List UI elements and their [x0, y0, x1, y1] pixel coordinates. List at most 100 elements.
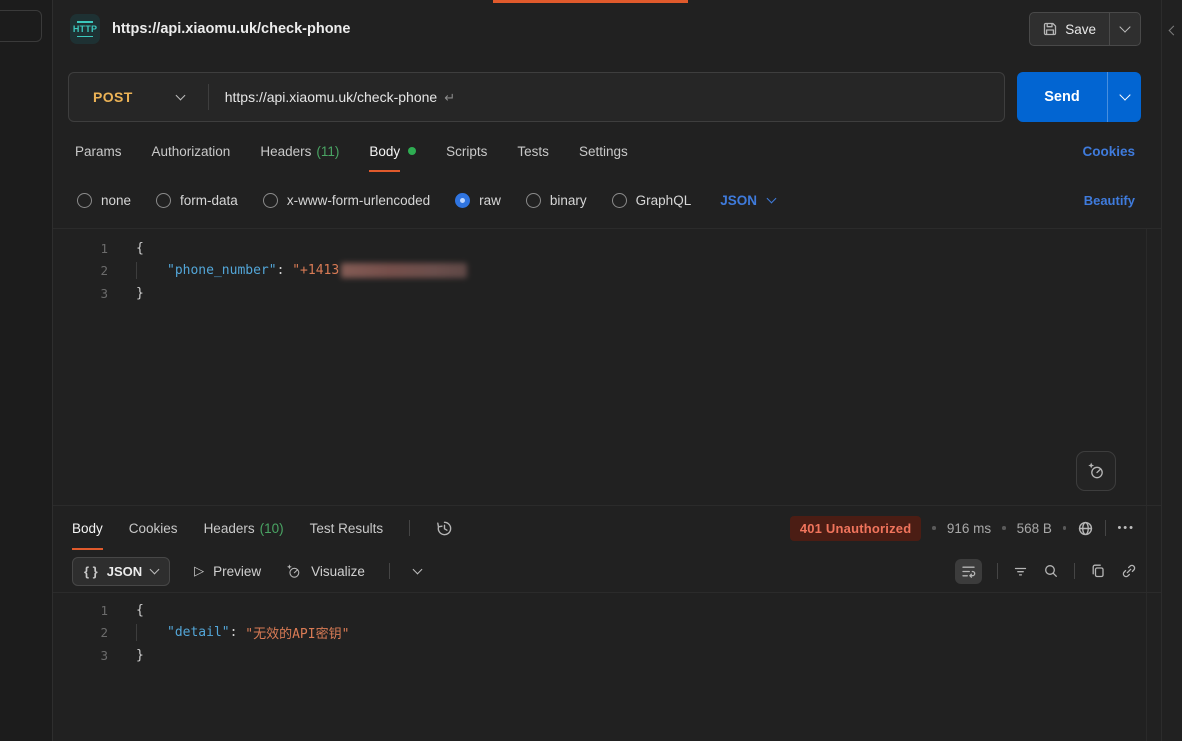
chevron-down-icon [1119, 89, 1130, 100]
code-line: 1 { [53, 599, 1161, 622]
line-number: 1 [53, 241, 108, 256]
url-box: POST https://api.xiaomu.uk/check-phone↵ [68, 72, 1005, 122]
divider [1105, 520, 1106, 536]
divider [1074, 563, 1075, 579]
line-number: 3 [53, 286, 108, 301]
radio-raw[interactable]: raw [455, 193, 501, 208]
request-tabs: Params Authorization Headers(11) Body Sc… [53, 130, 1161, 172]
sidebar-collapsed-item[interactable] [0, 10, 42, 42]
radio-form-data[interactable]: form-data [156, 193, 238, 208]
separator-dot [932, 526, 936, 530]
filter-button[interactable] [1013, 564, 1028, 579]
radio-binary[interactable]: binary [526, 193, 587, 208]
more-views-chevron[interactable] [413, 564, 423, 574]
tab-params[interactable]: Params [75, 130, 122, 172]
response-toolbar: { } JSON ▷ Preview Visualize [53, 550, 1161, 592]
request-title: https://api.xiaomu.uk/check-phone [112, 21, 350, 37]
indent-guide [136, 262, 167, 279]
radio-icon [263, 193, 278, 208]
line-number: 3 [53, 648, 108, 663]
response-tabs: Body Cookies Headers(10) Test Results 40 [53, 505, 1161, 550]
search-icon [1043, 563, 1059, 579]
language-dropdown[interactable]: JSON [720, 193, 775, 208]
redacted-phone-blur [341, 263, 467, 278]
send-split-button: Send [1017, 72, 1141, 122]
line-number: 2 [53, 625, 108, 640]
divider [409, 520, 410, 536]
tab-tests[interactable]: Tests [517, 130, 549, 172]
beautify-link[interactable]: Beautify [1084, 193, 1135, 208]
copy-button[interactable] [1090, 563, 1106, 579]
visualize-button[interactable]: Visualize [285, 563, 365, 580]
response-tab-body[interactable]: Body [72, 506, 103, 550]
link-icon [1121, 563, 1137, 579]
url-input[interactable]: https://api.xiaomu.uk/check-phone↵ [209, 89, 455, 106]
divider [997, 563, 998, 579]
radio-icon [77, 193, 92, 208]
radio-graphql[interactable]: GraphQL [612, 193, 692, 208]
response-body-editor[interactable]: 1 { 2 "detail": "无效的API密钥" 3 } [53, 592, 1161, 741]
tab-authorization[interactable]: Authorization [152, 130, 231, 172]
http-method-icon: HTTP [70, 14, 100, 44]
tab-body[interactable]: Body [369, 130, 416, 172]
headers-count-badge: (11) [316, 144, 339, 159]
radio-icon [526, 193, 541, 208]
globe-icon [1077, 520, 1094, 537]
visualize-sparkle-icon [285, 563, 302, 580]
api-client-window: HTTP https://api.xiaomu.uk/check-phone S… [0, 0, 1182, 741]
send-button[interactable]: Send [1017, 72, 1107, 122]
save-button[interactable]: Save [1030, 13, 1110, 45]
code-line: 3 } [53, 282, 1161, 305]
chevron-down-icon [175, 90, 185, 100]
response-tab-cookies[interactable]: Cookies [129, 506, 178, 550]
divider [389, 563, 390, 579]
response-format-dropdown[interactable]: { } JSON [72, 557, 170, 586]
save-icon [1043, 22, 1057, 36]
tab-scripts[interactable]: Scripts [446, 130, 487, 172]
response-history-button[interactable] [436, 520, 453, 537]
radio-x-www-form-urlencoded[interactable]: x-www-form-urlencoded [263, 193, 430, 208]
code-line: 1 { [53, 237, 1161, 260]
line-number: 2 [53, 263, 108, 278]
code-line: 3 } [53, 644, 1161, 667]
response-toolbar-right [955, 559, 1137, 584]
radio-selected-icon [455, 193, 470, 208]
link-button[interactable] [1121, 563, 1137, 579]
response-tab-headers[interactable]: Headers(10) [204, 506, 284, 550]
save-options-button[interactable] [1110, 13, 1140, 45]
wrap-text-icon [961, 564, 976, 579]
postbot-ai-button[interactable] [1076, 451, 1116, 491]
search-button[interactable] [1043, 563, 1059, 579]
save-button-label: Save [1065, 22, 1096, 37]
return-key-icon: ↵ [444, 90, 455, 105]
filter-icon [1013, 564, 1028, 579]
request-body-editor[interactable]: 1 { 2 "phone_number": "+1413 3 } [53, 228, 1161, 505]
more-options-button[interactable]: ••• [1117, 522, 1135, 534]
send-options-button[interactable] [1107, 72, 1141, 122]
response-time: 916 ms [947, 521, 991, 536]
request-bar: POST https://api.xiaomu.uk/check-phone↵ … [53, 58, 1161, 130]
method-selector[interactable]: POST [69, 89, 208, 105]
body-mode-options: none form-data x-www-form-urlencoded raw… [53, 172, 1161, 228]
radio-none[interactable]: none [77, 193, 131, 208]
response-headers-count-badge: (10) [260, 521, 284, 536]
cookies-link[interactable]: Cookies [1082, 144, 1135, 159]
status-badge: 401 Unauthorized [790, 516, 922, 541]
tab-headers[interactable]: Headers(11) [260, 130, 339, 172]
network-info-button[interactable] [1077, 520, 1094, 537]
body-has-content-dot [408, 147, 416, 155]
collapse-panel-icon[interactable] [1169, 26, 1179, 36]
indent-guide [136, 624, 167, 641]
wrap-text-button[interactable] [955, 559, 982, 584]
history-clock-icon [436, 520, 453, 537]
response-meta: 401 Unauthorized 916 ms 568 B ••• [790, 516, 1135, 541]
copy-icon [1090, 563, 1106, 579]
method-label: POST [93, 89, 133, 105]
request-workspace: HTTP https://api.xiaomu.uk/check-phone S… [53, 0, 1161, 741]
left-sidebar-rail [0, 0, 53, 741]
save-split-button: Save [1029, 12, 1141, 46]
response-tab-test-results[interactable]: Test Results [310, 506, 384, 550]
chevron-down-icon [767, 193, 777, 203]
tab-settings[interactable]: Settings [579, 130, 628, 172]
preview-button[interactable]: ▷ Preview [194, 563, 261, 579]
